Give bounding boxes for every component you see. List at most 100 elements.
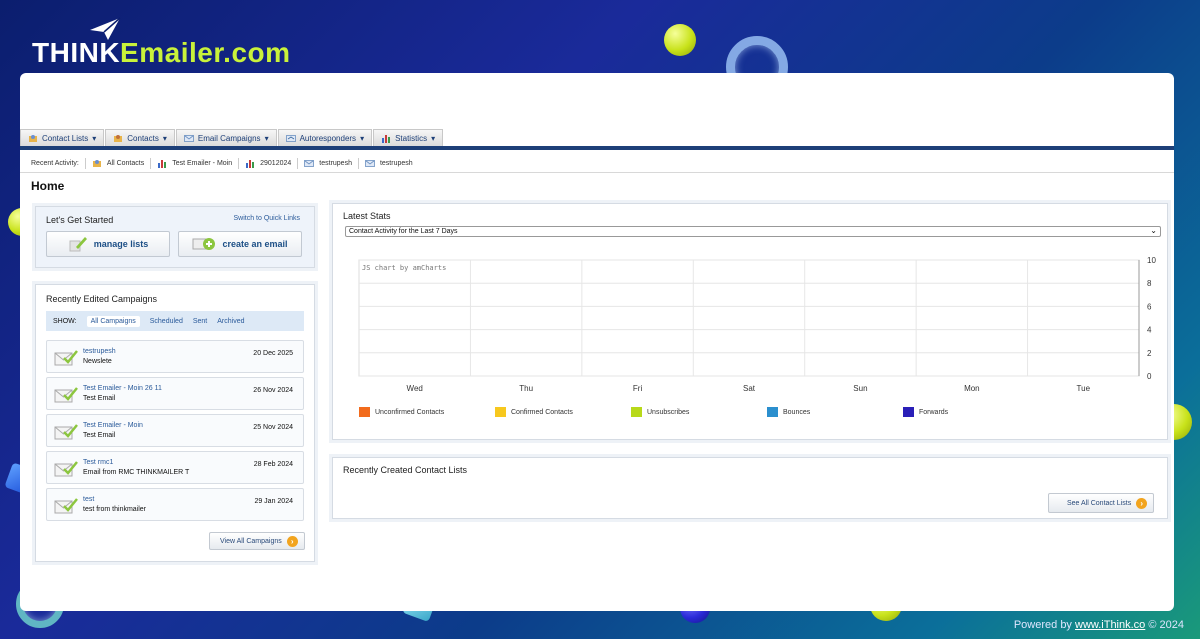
y-tick-label: 0: [1147, 372, 1152, 381]
recent-item-label: 29012024: [260, 160, 292, 167]
divider: [84, 158, 86, 169]
recent-item[interactable]: All Contacts: [92, 159, 144, 168]
envelope-check-icon: [54, 498, 78, 514]
tab-email-campaigns[interactable]: Email Campaigns ▾: [175, 129, 277, 146]
y-tick-label: 4: [1147, 326, 1152, 335]
contact-activity-chart: 10 8 6 4 2 0 JS chart by amCharts Wed Thu Fri Sat S…: [358, 256, 1156, 393]
legend-item[interactable]: Confirmed Contacts: [495, 407, 573, 417]
get-started-title: Let's Get Started: [46, 215, 114, 225]
filter-scheduled[interactable]: Scheduled: [150, 318, 183, 325]
campaign-name-link[interactable]: Test Emailer - Moin 26 11: [83, 385, 162, 392]
divider: [297, 158, 299, 169]
legend-label: Forwards: [919, 408, 949, 416]
recent-item[interactable]: 29012024: [245, 159, 291, 168]
contact-lists-icon: [29, 134, 37, 142]
recent-contact-lists-title: Recently Created Contact Lists: [343, 465, 468, 475]
recent-activity-bar: Recent Activity: All Contacts Test Email…: [20, 155, 1174, 173]
y-tick-label: 6: [1147, 302, 1152, 311]
email-icon: [365, 160, 375, 167]
envelope-check-icon: [54, 424, 78, 440]
brand-emailer: Emailer.com: [120, 37, 291, 68]
tab-statistics[interactable]: Statistics ▾: [373, 129, 444, 146]
recent-item-label: Test Emailer - Moin: [172, 160, 233, 167]
powered-by: Powered by www.iThink.co © 2024: [1014, 619, 1184, 631]
arrow-right-icon: ›: [286, 535, 298, 547]
legend-item[interactable]: Bounces: [767, 407, 810, 417]
legend-swatch: [359, 407, 370, 417]
campaign-row[interactable]: test test from thinkmailer 29 Jan 2024: [46, 488, 304, 521]
switch-to-quick-links-link[interactable]: Switch to Quick Links: [233, 215, 300, 222]
y-tick-label: 8: [1147, 279, 1152, 288]
legend-label: Bounces: [783, 408, 811, 416]
recent-campaigns-box: Recently Edited Campaigns SHOW: All Camp…: [35, 284, 315, 562]
legend-item[interactable]: Forwards: [903, 407, 948, 417]
recent-item[interactable]: testrupesh: [304, 159, 352, 168]
filter-all-campaigns[interactable]: All Campaigns: [86, 315, 140, 327]
recent-item[interactable]: testrupesh: [365, 159, 413, 168]
x-tick-label: Wed: [407, 384, 423, 393]
app-panel: Contact Lists ▾ Contacts ▾ Email Campaigns…: [20, 73, 1174, 611]
y-tick-label: 2: [1147, 349, 1152, 358]
legend-swatch: [903, 407, 914, 417]
view-all-campaigns-button[interactable]: View All Campaigns ›: [209, 532, 305, 550]
campaign-row[interactable]: Test Emailer - Moin Test Email 25 Nov 20…: [46, 414, 304, 447]
chevron-down-icon: ▾: [360, 133, 365, 143]
chevron-down-icon: ▾: [162, 133, 167, 143]
tab-contact-lists[interactable]: Contact Lists ▾: [20, 129, 105, 146]
campaign-filter-bar: SHOW: All Campaigns Scheduled Sent Archi…: [46, 311, 304, 331]
brand-logo: THINK Emailer.com: [32, 17, 291, 70]
manage-lists-button[interactable]: manage lists: [46, 231, 170, 257]
campaign-name-link[interactable]: Test Emailer - Moin: [83, 422, 143, 429]
recent-item-label: All Contacts: [106, 160, 145, 167]
powered-suffix: © 2024: [1145, 619, 1184, 631]
create-email-button[interactable]: create an email: [178, 231, 302, 257]
tab-autoresponders[interactable]: Autoresponders ▾: [277, 129, 373, 146]
tab-contacts[interactable]: Contacts ▾: [105, 129, 175, 146]
campaign-subject: Test Email: [83, 432, 116, 439]
see-all-contact-lists-label: See All Contact Lists: [1067, 499, 1132, 507]
ithink-link[interactable]: www.iThink.co: [1075, 619, 1145, 631]
campaign-date: 25 Nov 2024: [253, 424, 293, 431]
campaign-row[interactable]: Test rmc1 Email from RMC THINKMAILER T 2…: [46, 451, 304, 484]
autoresponder-icon: [285, 134, 296, 142]
statistics-icon: [158, 160, 167, 168]
create-email-icon: [192, 238, 216, 250]
recent-item-label: testrupesh: [379, 160, 413, 167]
y-tick-label: 10: [1147, 256, 1156, 265]
main-menu: Contact Lists ▾ Contacts ▾ Email Campaigns…: [20, 129, 1174, 150]
legend-label: Unsubscribes: [647, 408, 690, 416]
tab-label: Statistics: [395, 133, 428, 143]
legend-item[interactable]: Unconfirmed Contacts: [359, 407, 444, 417]
see-all-contact-lists-button[interactable]: See All Contact Lists ›: [1048, 493, 1155, 513]
campaign-subject: Email from RMC THINKMAILER T: [83, 469, 190, 476]
x-tick-label: Sun: [853, 384, 867, 393]
chart-credit: JS chart by amCharts: [362, 264, 446, 272]
show-label: SHOW:: [53, 317, 77, 325]
legend-swatch: [631, 407, 642, 417]
x-tick-label: Tue: [1077, 384, 1091, 393]
x-tick-label: Sat: [743, 384, 756, 393]
chevron-down-icon: ▾: [431, 133, 436, 143]
envelope-check-icon: [54, 387, 78, 403]
campaign-date: 20 Dec 2025: [253, 350, 293, 357]
x-tick-label: Thu: [519, 384, 533, 393]
email-icon: [183, 134, 194, 142]
decor-ball: [664, 24, 696, 56]
recent-item[interactable]: Test Emailer - Moin: [157, 159, 232, 168]
campaign-name-link[interactable]: testrupesh: [83, 348, 116, 355]
filter-archived[interactable]: Archived: [217, 318, 244, 325]
contact-lists-icon: [92, 160, 101, 167]
campaign-row[interactable]: testrupesh Newslete 20 Dec 2025: [46, 340, 304, 373]
filter-sent[interactable]: Sent: [193, 318, 207, 325]
campaign-subject: test from thinkmailer: [83, 506, 147, 513]
email-icon: [304, 160, 315, 167]
legend-item[interactable]: Unsubscribes: [631, 407, 689, 417]
latest-stats-box: Latest Stats Contact Activity for the La…: [332, 203, 1168, 440]
campaign-name-link[interactable]: test: [83, 496, 94, 503]
paper-plane-icon: [90, 17, 121, 40]
campaign-row[interactable]: Test Emailer - Moin 26 11 Test Email 26 …: [46, 377, 304, 410]
campaign-subject: Newslete: [83, 358, 112, 365]
campaign-name-link[interactable]: Test rmc1: [83, 459, 113, 466]
manage-lists-label: manage lists: [93, 239, 149, 249]
x-tick-label: Mon: [964, 384, 980, 393]
